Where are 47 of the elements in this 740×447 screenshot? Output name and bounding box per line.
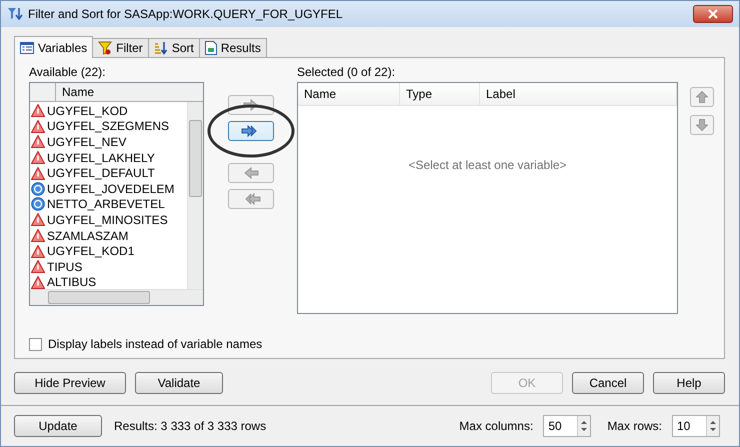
checkbox[interactable]	[29, 338, 42, 350]
dialog-button[interactable]: Validate	[135, 372, 223, 394]
tab[interactable]: Results	[198, 38, 267, 57]
variable-item[interactable]: SZAMLASZAM	[30, 228, 188, 244]
dialog-button[interactable]: Cancel	[572, 372, 644, 394]
list-icon	[20, 42, 34, 54]
variable-item[interactable]: UGYFEL_LAKHELY	[30, 150, 188, 166]
variable-item[interactable]: NETTO_ARBEVETEL	[30, 196, 188, 212]
document-icon	[204, 41, 217, 55]
variable-item[interactable]: UGYFEL_SZEGMENS	[30, 118, 188, 134]
variable-item[interactable]: UGYFEL_KOD1	[30, 243, 188, 259]
funnel-icon	[98, 41, 112, 55]
filter-sort-icon	[7, 6, 23, 22]
tab[interactable]: Filter	[92, 38, 149, 57]
dialog-button[interactable]: Hide Preview	[14, 372, 126, 394]
tab[interactable]: Sort	[148, 38, 200, 57]
column-header[interactable]: Name	[298, 83, 400, 105]
column-header[interactable]: Type	[400, 83, 480, 105]
close-button[interactable]	[693, 5, 733, 23]
variable-item[interactable]: TIPUS	[30, 258, 188, 275]
arrow-icon	[696, 119, 708, 131]
vertical-scrollbar[interactable]	[187, 102, 204, 289]
dialog-button[interactable]: Help	[653, 372, 725, 394]
max-rows-label: Max rows:	[607, 419, 662, 433]
available-label: Available (22):	[29, 65, 106, 79]
variable-item[interactable]: UGYFEL_MINOSITES	[30, 212, 188, 228]
arrow-icon	[696, 91, 708, 103]
update-button[interactable]: Update	[14, 415, 102, 437]
sort-icon	[154, 41, 168, 55]
variable-item[interactable]: UGYFEL_JOVEDELEM	[30, 180, 188, 197]
selected-label: Selected (0 of 22):	[297, 65, 396, 79]
results-text: Results: 3 333 of 3 333 rows	[114, 419, 266, 433]
move-button[interactable]	[228, 121, 274, 141]
column-header[interactable]: Label	[480, 83, 677, 105]
max-columns-label: Max columns:	[459, 419, 534, 433]
tab[interactable]: Variables	[14, 36, 94, 58]
checkbox-label: Display labels instead of variable names	[48, 337, 262, 351]
max-columns-spinner[interactable]: 50	[543, 415, 592, 437]
max-rows-spinner[interactable]: 10	[672, 415, 720, 437]
variable-item[interactable]: ALTIBUS	[30, 274, 188, 289]
variable-item[interactable]: UGYFEL_NEV	[30, 134, 188, 150]
close-icon	[708, 9, 718, 19]
empty-message: <Select at least one variable>	[408, 158, 567, 172]
variable-item[interactable]: UGYFEL_DEFAULT	[30, 165, 188, 181]
window-title: Filter and Sort for SASApp:WORK.QUERY_FOR_UGYFEL	[28, 7, 343, 21]
horizontal-scrollbar[interactable]	[30, 289, 204, 305]
variable-item[interactable]: UGYFEL_KOD	[30, 103, 188, 119]
